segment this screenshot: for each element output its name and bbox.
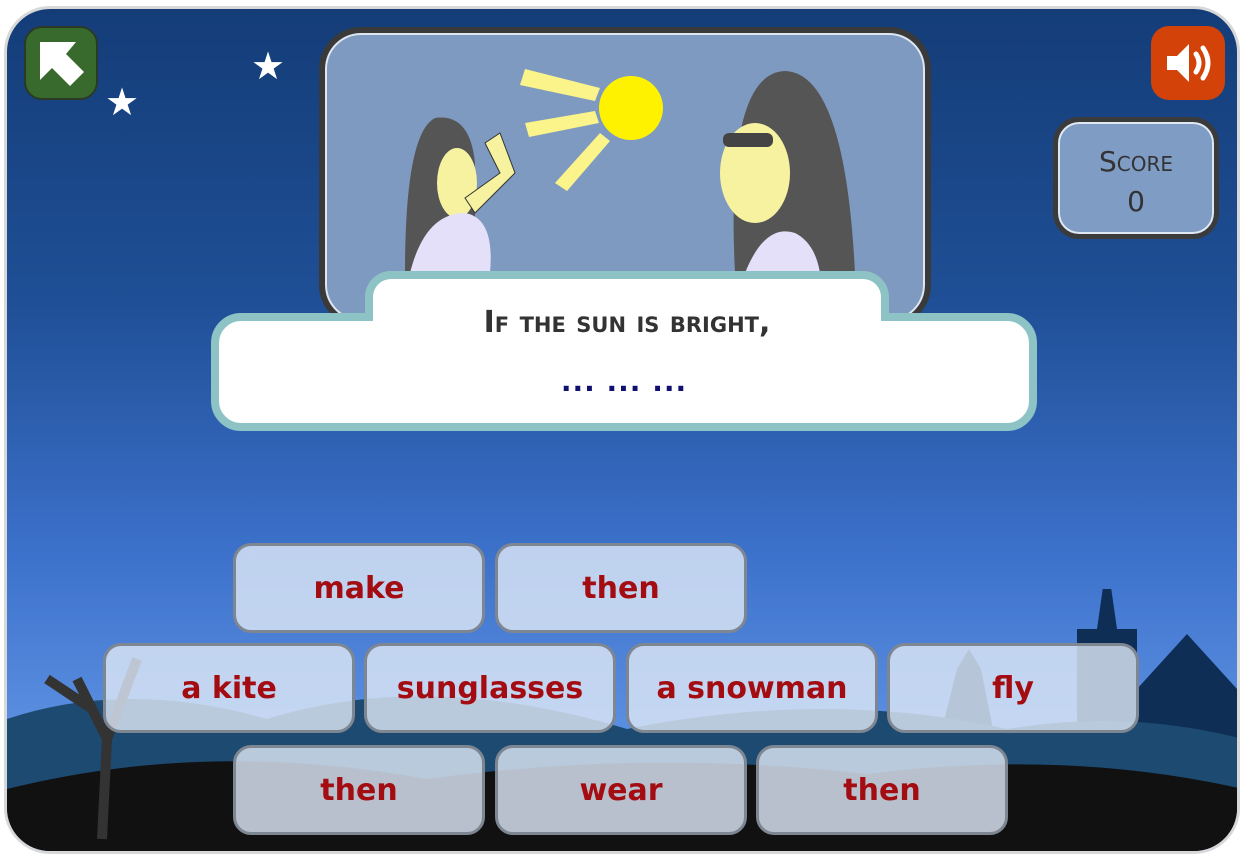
- exit-arrow-icon: [40, 42, 84, 86]
- word-tile[interactable]: fly: [887, 643, 1139, 733]
- word-tile[interactable]: then: [756, 745, 1008, 835]
- game-stage: ★ ★ Score 0 If the sun is bright, ... ..…: [4, 6, 1240, 854]
- word-tile[interactable]: a kite: [103, 643, 355, 733]
- star-icon: ★: [251, 44, 286, 88]
- score-label: Score: [1098, 145, 1173, 178]
- sound-button[interactable]: [1151, 26, 1225, 100]
- sentence-prompt: If the sun is bright,: [483, 305, 771, 340]
- answer-blank: ... ... ...: [560, 365, 688, 398]
- score-panel: Score 0: [1053, 117, 1219, 239]
- word-tile[interactable]: sunglasses: [364, 643, 616, 733]
- word-tile[interactable]: make: [233, 543, 485, 633]
- back-button[interactable]: [24, 26, 98, 100]
- star-icon: ★: [105, 80, 140, 124]
- word-tile[interactable]: then: [233, 745, 485, 835]
- word-tile[interactable]: wear: [495, 745, 747, 835]
- word-tile[interactable]: a snowman: [626, 643, 878, 733]
- score-value: 0: [1127, 185, 1145, 218]
- word-tile[interactable]: then: [495, 543, 747, 633]
- speaker-icon: [1167, 44, 1211, 82]
